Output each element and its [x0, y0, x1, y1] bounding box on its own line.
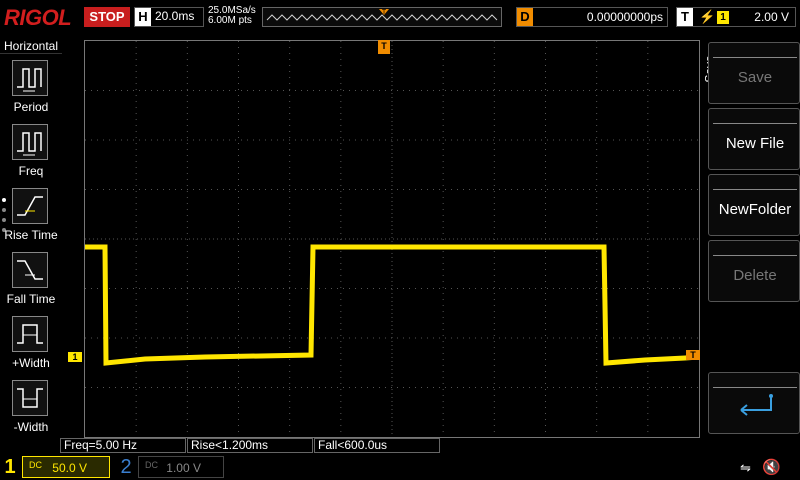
memory-waveform-preview: T [266, 9, 498, 21]
rise-time-label: Rise Time [4, 228, 58, 242]
ch2-number[interactable]: 2 [116, 456, 136, 478]
measure-freq-item[interactable]: Freq [0, 124, 62, 186]
ch2-settings[interactable]: DC 1.00 V [138, 456, 224, 478]
save-button[interactable]: Save [708, 42, 800, 104]
freq-icon [12, 124, 48, 160]
measure-period-item[interactable]: Period [0, 60, 62, 122]
ch2-scale: 1.00 V [166, 461, 201, 475]
new-file-button[interactable]: New File [708, 108, 800, 170]
measure-negative-width-item[interactable]: -Width [0, 380, 62, 442]
fall-measurement: Fall<600.0us [314, 438, 440, 453]
delay-label: D [517, 8, 533, 26]
ch2-coupling: DC [145, 460, 158, 470]
measure-fall-time-item[interactable]: Fall Time [0, 252, 62, 314]
trigger-position-top-marker[interactable]: T [378, 40, 390, 54]
timebase-box[interactable]: H 20.0ms [134, 7, 204, 27]
ch1-coupling: DC [29, 460, 42, 470]
rising-edge-icon: ⚡ [699, 9, 716, 24]
channel-status-bar: 1 DC 50.0 V 2 DC 1.00 V ⇋ 🔇 [0, 454, 800, 480]
trigger-level: 2.00 V [754, 10, 789, 24]
positive-width-label: +Width [12, 356, 50, 370]
trigger-position-label: T [382, 9, 387, 16]
ch1-offset-marker[interactable]: 1 [68, 352, 82, 362]
period-icon [12, 60, 48, 96]
trigger-label: T [677, 8, 693, 26]
rise-measurement: Rise<1.200ms [187, 438, 313, 453]
measure-positive-width-item[interactable]: +Width [0, 316, 62, 378]
graticule [85, 41, 699, 437]
menu-title: Horizontal [0, 38, 62, 54]
negative-width-icon [12, 380, 48, 416]
horizontal-measure-menu: Horizontal Period Freq Rise Time Fall Ti… [0, 38, 62, 454]
delay-box[interactable]: D 0.00000000ps [516, 7, 668, 27]
ch1-number[interactable]: 1 [0, 456, 20, 478]
positive-width-icon [12, 316, 48, 352]
top-status-bar: RIGOL STOP H 20.0ms 25.0MSa/s 6.00M pts … [0, 0, 800, 38]
save-menu: Save Save New File NewFolder Delete [703, 40, 800, 440]
speaker-mute-icon[interactable]: 🔇 [762, 458, 781, 476]
run-stop-indicator[interactable]: STOP [84, 7, 130, 27]
brand-logo: RIGOL [4, 5, 72, 30]
measure-rise-time-item[interactable]: Rise Time [0, 188, 62, 250]
freq-measurement: Freq=5.00 Hz [60, 438, 186, 453]
rise-time-icon [12, 188, 48, 224]
trigger-source-channel: 1 [717, 11, 729, 24]
timebase-value: 20.0ms [155, 9, 195, 23]
memory-depth: 6.00M pts [208, 15, 252, 26]
horizontal-label: H [135, 8, 151, 26]
usb-icon: ⇋ [740, 460, 751, 475]
negative-width-label: -Width [13, 420, 49, 434]
trigger-level-marker[interactable]: T [686, 350, 700, 360]
ch1-settings[interactable]: DC 50.0 V [22, 456, 110, 478]
waveform-display[interactable] [84, 40, 700, 438]
return-button[interactable] [708, 372, 800, 434]
return-arrow-icon [713, 387, 797, 427]
fall-time-label: Fall Time [6, 292, 56, 306]
new-folder-button[interactable]: NewFolder [708, 174, 800, 236]
freq-label: Freq [18, 164, 44, 178]
period-label: Period [13, 100, 49, 114]
delay-value: 0.00000000ps [586, 10, 663, 24]
delete-button[interactable]: Delete [708, 240, 800, 302]
trigger-box[interactable]: T ⚡ 1 2.00 V [676, 7, 796, 27]
acquisition-info: 25.0MSa/s 6.00M pts [208, 6, 256, 26]
ch1-scale: 50.0 V [52, 461, 87, 475]
memory-overview-strip[interactable]: T [262, 7, 502, 27]
fall-time-icon [12, 252, 48, 288]
